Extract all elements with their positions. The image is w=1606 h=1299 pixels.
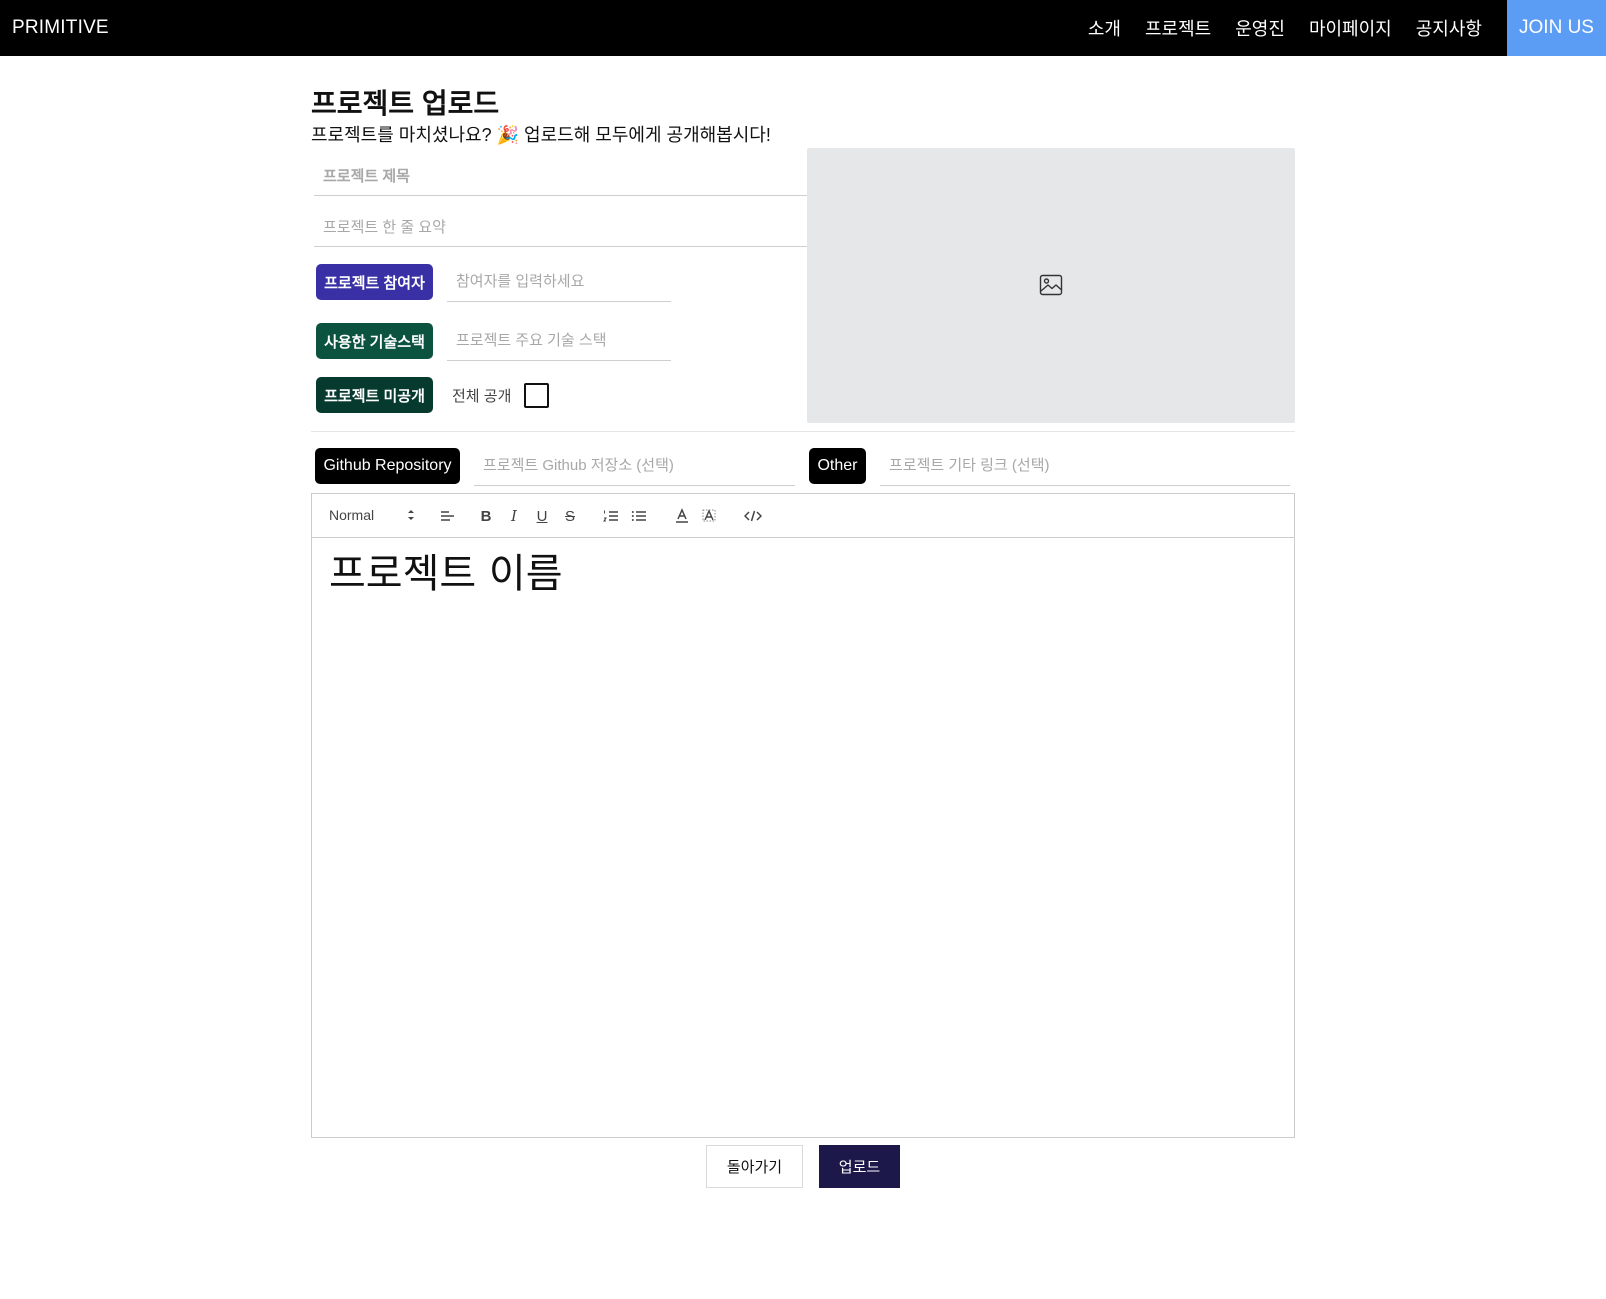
project-title-input[interactable] xyxy=(314,158,807,196)
public-checkbox[interactable] xyxy=(524,383,549,408)
underline-icon[interactable]: U xyxy=(532,506,552,526)
navbar: PRIMITIVE 소개 프로젝트 운영진 마이페이지 공지사항 JOIN US xyxy=(0,0,1606,56)
section-divider xyxy=(311,431,1295,432)
nav-link-notice[interactable]: 공지사항 xyxy=(1416,15,1482,41)
public-label: 전체 공개 xyxy=(452,388,512,405)
join-us-button[interactable]: JOIN US xyxy=(1507,0,1606,56)
tech-stack-tag[interactable]: 사용한 기술스택 xyxy=(316,323,433,359)
tech-stack-input[interactable] xyxy=(447,321,671,361)
nav-link-staff[interactable]: 운영진 xyxy=(1235,15,1285,41)
upload-button[interactable]: 업로드 xyxy=(819,1145,900,1188)
nav-link-mypage[interactable]: 마이페이지 xyxy=(1309,15,1392,41)
project-summary-input[interactable] xyxy=(314,208,807,247)
editor-toolbar: Normal B I U S xyxy=(312,494,1294,538)
ordered-list-icon[interactable] xyxy=(601,506,621,526)
page-subtitle: 프로젝트를 마치셨나요? 🎉 업로드해 모두에게 공개해봅시다! xyxy=(311,125,771,145)
bullet-list-icon[interactable] xyxy=(629,506,649,526)
participants-tag[interactable]: 프로젝트 참여자 xyxy=(316,264,433,300)
italic-icon[interactable]: I xyxy=(504,506,524,526)
image-icon[interactable] xyxy=(1039,273,1063,297)
brand-logo[interactable]: PRIMITIVE xyxy=(12,17,109,39)
align-icon[interactable] xyxy=(437,506,457,526)
github-repo-tag[interactable]: Github Repository xyxy=(315,448,460,484)
format-select-value: Normal xyxy=(329,507,375,523)
text-color-icon[interactable] xyxy=(672,506,692,526)
background-color-icon[interactable] xyxy=(699,506,719,526)
code-block-icon[interactable] xyxy=(742,506,764,526)
rich-text-editor: Normal B I U S 프로젝트 이름 xyxy=(311,493,1295,1138)
page-title: 프로젝트 업로드 xyxy=(311,88,500,119)
private-project-tag[interactable]: 프로젝트 미공개 xyxy=(316,377,433,413)
nav-link-about[interactable]: 소개 xyxy=(1088,15,1121,41)
bold-icon[interactable]: B xyxy=(476,506,496,526)
github-repo-input[interactable] xyxy=(474,446,795,486)
nav-links: 소개 프로젝트 운영진 마이페이지 공지사항 xyxy=(1064,0,1482,56)
other-link-input[interactable] xyxy=(880,446,1290,486)
editor-content[interactable]: 프로젝트 이름 xyxy=(312,538,1294,1137)
participants-input[interactable] xyxy=(447,262,671,302)
select-caret-icon xyxy=(408,510,414,520)
editor-heading: 프로젝트 이름 xyxy=(329,551,563,597)
back-button[interactable]: 돌아가기 xyxy=(706,1145,803,1188)
nav-link-projects[interactable]: 프로젝트 xyxy=(1145,15,1211,41)
format-select[interactable]: Normal xyxy=(329,507,415,525)
other-link-tag[interactable]: Other xyxy=(809,448,866,484)
strike-icon[interactable]: S xyxy=(560,506,580,526)
